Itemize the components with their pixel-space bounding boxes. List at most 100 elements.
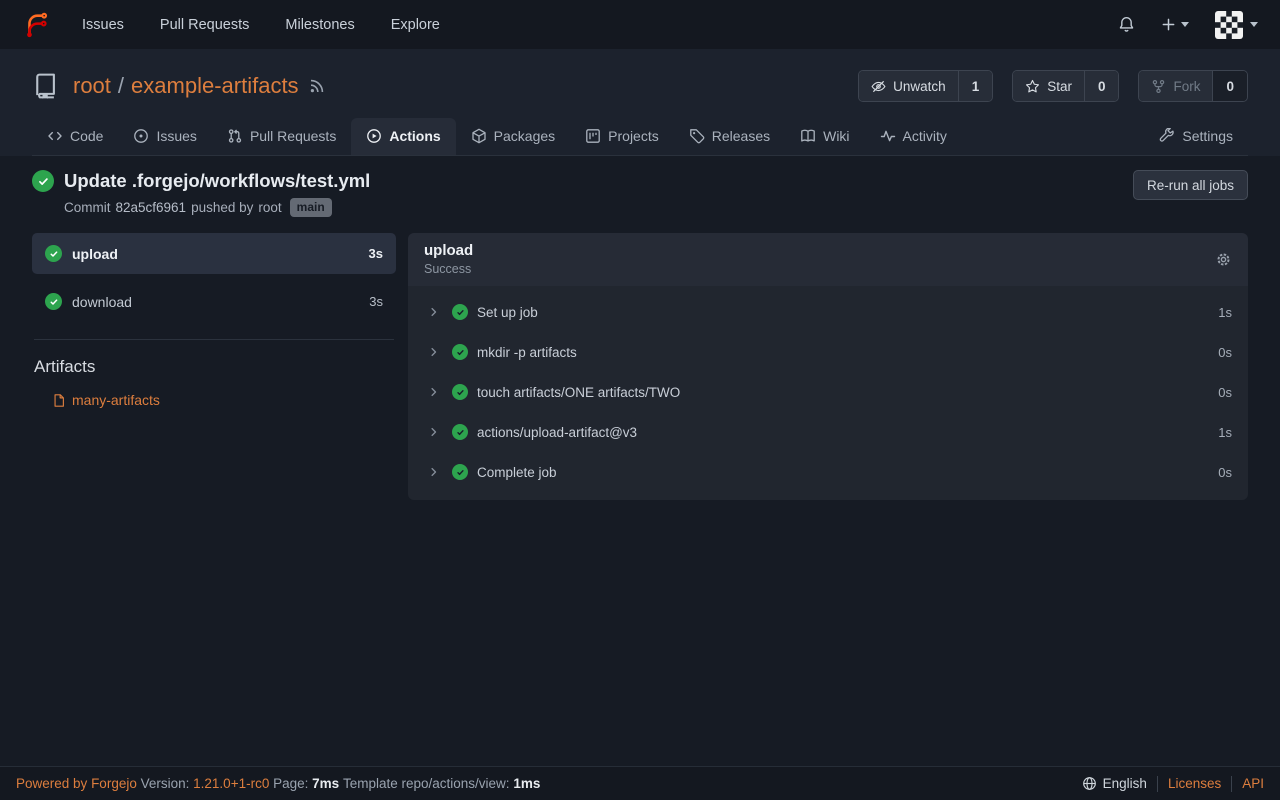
nav-item-pull-requests[interactable]: Pull Requests: [160, 17, 249, 33]
rerun-all-jobs-button[interactable]: Re-run all jobs: [1133, 170, 1248, 200]
watch-button-group: Unwatch 1: [858, 70, 993, 102]
step-duration: 0s: [1218, 465, 1232, 480]
job-item-upload[interactable]: upload 3s: [32, 233, 396, 274]
star-button-group: Star 0: [1012, 70, 1119, 102]
package-icon: [471, 128, 487, 144]
powered-by-label: Powered by Forgejo: [16, 776, 137, 791]
nav-item-issues[interactable]: Issues: [82, 17, 124, 33]
tag-icon: [689, 128, 705, 144]
star-icon: [1025, 79, 1040, 94]
page-time-label: Page:: [273, 776, 308, 791]
run-title: Update .forgejo/workflows/test.yml: [64, 170, 370, 192]
step-row-upload-artifact[interactable]: actions/upload-artifact@v3 1s: [408, 412, 1248, 452]
navbar-links: Issues Pull Requests Milestones Explore: [82, 17, 440, 33]
repo-owner-link[interactable]: root: [73, 73, 111, 99]
repo-action-buttons: Unwatch 1 Star 0: [858, 70, 1248, 102]
avatar: [1215, 11, 1243, 39]
chevron-right-icon: [428, 346, 440, 358]
nav-item-explore[interactable]: Explore: [391, 17, 440, 33]
api-link[interactable]: API: [1242, 776, 1264, 791]
watch-count[interactable]: 1: [958, 71, 993, 101]
user-menu[interactable]: [1215, 11, 1258, 39]
chevron-right-icon: [428, 426, 440, 438]
tab-projects[interactable]: Projects: [570, 118, 674, 155]
branch-badge[interactable]: main: [290, 198, 332, 217]
tab-packages[interactable]: Packages: [456, 118, 570, 155]
chevron-right-icon: [428, 306, 440, 318]
licenses-link[interactable]: Licenses: [1168, 776, 1221, 791]
version-link[interactable]: 1.21.0+1-rc0: [193, 776, 269, 791]
job-duration: 3s: [369, 246, 383, 261]
tab-pull-requests[interactable]: Pull Requests: [212, 118, 351, 155]
globe-icon: [1082, 776, 1097, 791]
top-navbar: Issues Pull Requests Milestones Explore: [0, 0, 1280, 49]
step-duration: 0s: [1218, 345, 1232, 360]
repository-icon: [32, 72, 60, 100]
tab-issues[interactable]: Issues: [118, 118, 211, 155]
book-icon: [800, 128, 816, 144]
step-success-icon: [452, 304, 468, 320]
step-duration: 1s: [1218, 425, 1232, 440]
repo-tabbar: Code Issues Pull Requests Actions P: [32, 118, 1248, 156]
job-item-download[interactable]: download 3s: [32, 281, 396, 322]
steps-list: Set up job 1s mkdir -p artifacts 0s: [408, 286, 1248, 500]
repo-name-link[interactable]: example-artifacts: [131, 73, 299, 99]
version-label: Version:: [141, 776, 190, 791]
job-detail-header: upload Success: [408, 233, 1248, 286]
job-success-icon: [45, 245, 62, 262]
step-row-mkdir[interactable]: mkdir -p artifacts 0s: [408, 332, 1248, 372]
tab-releases[interactable]: Releases: [674, 118, 785, 155]
star-count[interactable]: 0: [1084, 71, 1119, 101]
tab-activity[interactable]: Activity: [865, 118, 962, 155]
commit-sha-link[interactable]: 82a5cf6961: [116, 200, 187, 215]
fork-icon: [1151, 79, 1166, 94]
fork-count[interactable]: 0: [1212, 71, 1247, 101]
step-row-touch[interactable]: touch artifacts/ONE artifacts/TWO 0s: [408, 372, 1248, 412]
tab-settings[interactable]: Settings: [1144, 118, 1248, 155]
rss-icon[interactable]: [309, 78, 325, 94]
repo-header: root / example-artifacts Unwatch: [0, 49, 1280, 156]
page-time-value: 7ms: [312, 776, 339, 791]
run-success-icon: [32, 170, 54, 192]
breadcrumb-separator: /: [118, 73, 124, 99]
eye-slash-icon: [871, 79, 886, 94]
commit-summary: Commit 82a5cf6961 pushed by root main: [64, 198, 370, 217]
footer: Powered by Forgejo Version: 1.21.0+1-rc0…: [0, 766, 1280, 800]
chevron-right-icon: [428, 386, 440, 398]
step-row-setup[interactable]: Set up job 1s: [408, 292, 1248, 332]
divider: [1231, 776, 1232, 792]
navbar-right: [1118, 11, 1258, 39]
plus-icon: [1161, 17, 1176, 32]
job-detail-status: Success: [424, 262, 473, 276]
powered-by-link[interactable]: Powered by Forgejo: [16, 776, 137, 791]
job-success-icon: [45, 293, 62, 310]
create-new-dropdown[interactable]: [1161, 17, 1189, 32]
job-name: upload: [72, 246, 118, 262]
star-button[interactable]: Star: [1013, 71, 1084, 101]
notifications-bell-icon[interactable]: [1118, 16, 1135, 33]
tab-code[interactable]: Code: [32, 118, 118, 155]
artifact-link-many-artifacts[interactable]: many-artifacts: [52, 392, 396, 408]
step-success-icon: [452, 344, 468, 360]
pulse-icon: [880, 128, 896, 144]
job-detail-title: upload: [424, 242, 473, 259]
step-duration: 1s: [1218, 305, 1232, 320]
nav-item-milestones[interactable]: Milestones: [285, 17, 354, 33]
fork-button[interactable]: Fork: [1139, 71, 1212, 101]
forgejo-logo[interactable]: [22, 11, 50, 39]
step-row-complete[interactable]: Complete job 0s: [408, 452, 1248, 492]
code-icon: [47, 128, 63, 144]
file-icon: [52, 393, 66, 408]
tab-wiki[interactable]: Wiki: [785, 118, 864, 155]
gear-icon[interactable]: [1215, 251, 1232, 268]
pull-request-icon: [227, 128, 243, 144]
step-duration: 0s: [1218, 385, 1232, 400]
tools-icon: [1159, 128, 1175, 144]
divider: [1157, 776, 1158, 792]
unwatch-button[interactable]: Unwatch: [859, 71, 958, 101]
tab-actions[interactable]: Actions: [351, 118, 455, 155]
step-success-icon: [452, 464, 468, 480]
language-selector[interactable]: English: [1082, 776, 1147, 791]
actions-run-view: Update .forgejo/workflows/test.yml Commi…: [0, 156, 1280, 766]
step-success-icon: [452, 384, 468, 400]
